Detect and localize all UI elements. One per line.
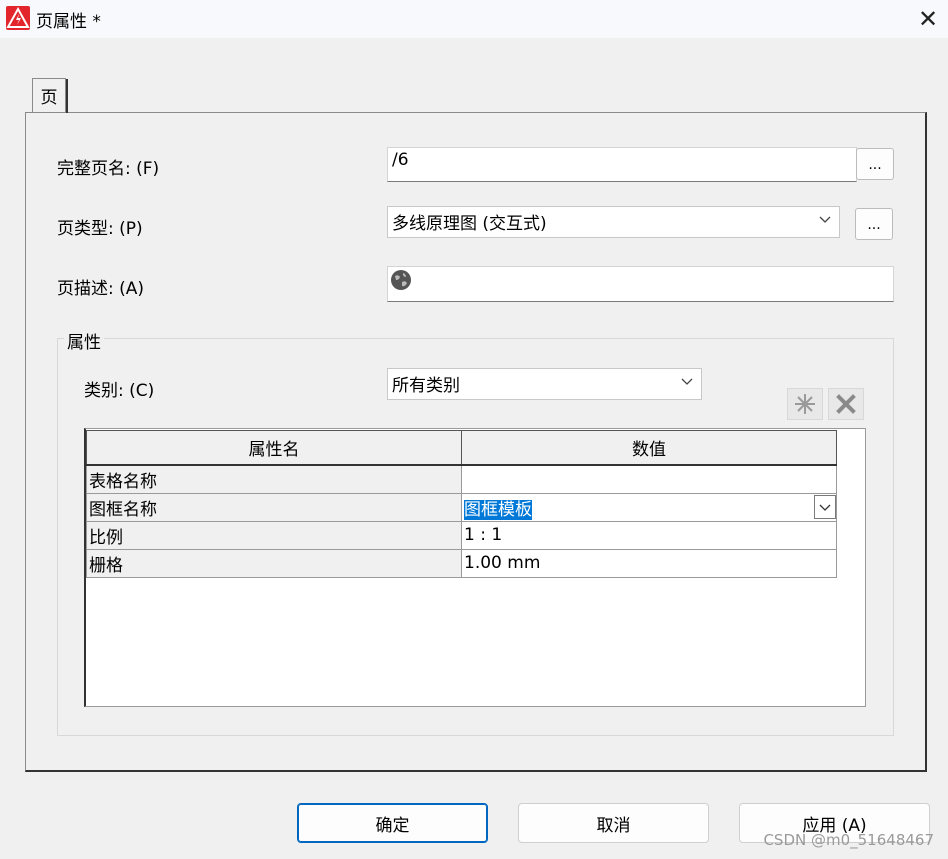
table-row[interactable]: 栅格 1.00 mm — [86, 548, 837, 578]
cancel-button[interactable]: 取消 — [518, 803, 709, 843]
properties-group-title: 属性 — [64, 328, 104, 353]
property-value-cell[interactable] — [461, 464, 837, 494]
cell-dropdown-button[interactable] — [814, 494, 836, 519]
property-table: 属性名 数值 表格名称 图框名称 图框模板 比例 1 : 1 栅格 1.00 m… — [86, 430, 837, 578]
window-title: 页属性 * — [36, 12, 101, 32]
property-name-cell: 表格名称 — [86, 464, 462, 494]
close-icon[interactable]: ✕ — [908, 0, 948, 38]
table-row[interactable]: 表格名称 — [86, 464, 837, 494]
description-label: 页描述: (A) — [57, 279, 145, 299]
table-row[interactable]: 比例 1 : 1 — [86, 520, 837, 550]
full-name-input[interactable]: /6 — [387, 147, 857, 182]
description-input[interactable] — [387, 266, 894, 302]
delete-property-button[interactable] — [828, 388, 864, 420]
selected-value-text[interactable]: 图框模板 — [464, 499, 532, 520]
app-icon — [6, 6, 30, 30]
new-property-button[interactable] — [787, 388, 823, 420]
title-bar: 页属性 * ✕ — [0, 0, 948, 38]
tab-label: 页 — [40, 88, 58, 108]
page-type-select[interactable]: 多线原理图 (交互式) — [387, 206, 840, 238]
ok-button[interactable]: 确定 — [297, 803, 488, 843]
header-value[interactable]: 数值 — [461, 430, 837, 466]
category-label: 类别: (C) — [84, 381, 155, 401]
asterisk-icon — [795, 394, 815, 414]
property-value-cell[interactable]: 1 : 1 — [461, 520, 837, 550]
chevron-down-icon — [819, 216, 831, 223]
page-type-value: 多线原理图 (交互式) — [392, 214, 547, 234]
full-name-label: 完整页名: (F) — [57, 159, 160, 179]
category-value: 所有类别 — [392, 376, 460, 396]
property-value-cell[interactable]: 图框模板 — [461, 492, 837, 522]
header-property-name[interactable]: 属性名 — [86, 430, 462, 466]
full-name-browse-button[interactable]: ... — [856, 148, 894, 180]
page-type-browse-button[interactable]: ... — [855, 208, 893, 240]
property-name-cell: 比例 — [86, 520, 462, 550]
tab-page[interactable]: 页 — [32, 78, 68, 113]
category-select[interactable]: 所有类别 — [387, 368, 702, 400]
chevron-down-icon — [681, 378, 693, 385]
globe-icon[interactable] — [390, 269, 412, 296]
table-row[interactable]: 图框名称 图框模板 — [86, 492, 837, 522]
chevron-down-icon — [819, 504, 831, 511]
watermark: CSDN @m0_51648467 — [763, 831, 934, 849]
property-name-cell: 栅格 — [86, 548, 462, 578]
page-type-label: 页类型: (P) — [57, 219, 143, 239]
delete-icon — [836, 394, 856, 414]
property-name-cell: 图框名称 — [86, 492, 462, 522]
property-value-cell[interactable]: 1.00 mm — [461, 548, 837, 578]
